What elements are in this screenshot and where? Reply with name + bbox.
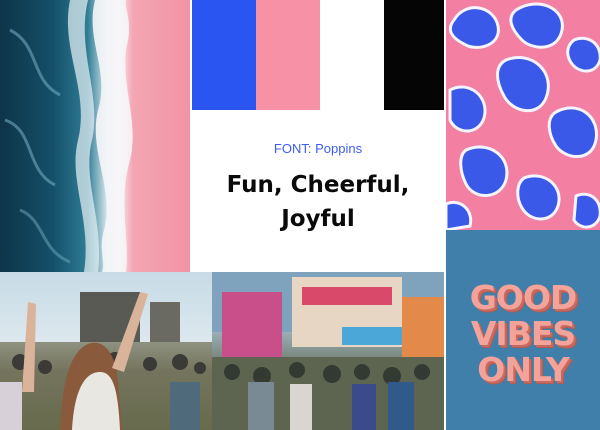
vibes-line-vibes: VIBES (470, 314, 576, 353)
ocean-beach-photo (0, 0, 190, 272)
swatch-pink (256, 0, 320, 110)
headline-line-2: Joyful (281, 206, 355, 232)
good-vibes-tile: GOOD VIBES ONLY (446, 230, 600, 430)
font-label: FONT: Poppins (273, 141, 363, 156)
swatch-black (384, 0, 444, 110)
carnival-crowd-photo (212, 272, 444, 430)
headline-line-1: Fun, Cheerful, (226, 172, 410, 198)
blob-pattern-art (446, 2, 600, 230)
swatch-blue (192, 0, 256, 110)
vibes-line-only: ONLY (477, 350, 569, 389)
vibes-line-good: GOOD (469, 278, 578, 317)
headline: Fun, Cheerful, Joyful (192, 168, 444, 236)
ocean-waves-art (4, 0, 133, 272)
blob-pattern-tile (446, 0, 600, 230)
festival-crowd-art (0, 292, 212, 430)
carnival-crowd-art (212, 272, 444, 430)
swatch-white (320, 0, 384, 110)
festival-crowd-photo (0, 272, 212, 430)
